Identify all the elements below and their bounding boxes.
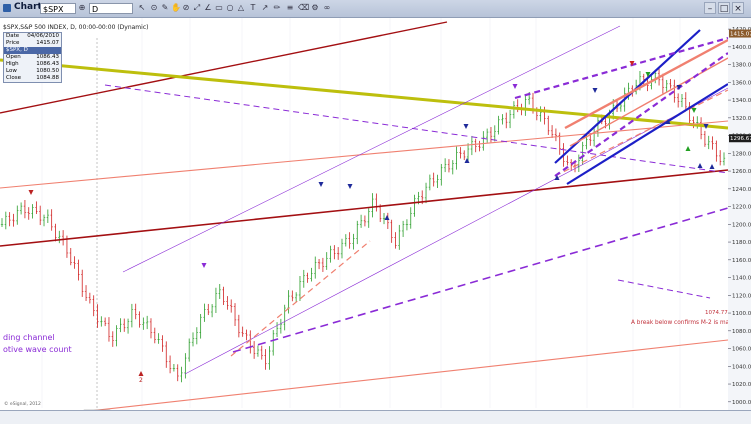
line-tool-icon[interactable]: ⤢	[192, 3, 202, 13]
info-open-value: 1086.43	[36, 54, 59, 60]
text-tool-icon[interactable]: T	[248, 3, 258, 13]
symbol-search-icon[interactable]: ⊕	[77, 3, 87, 13]
price-tick-label: 1000.00	[732, 400, 751, 406]
down-marker	[28, 190, 34, 195]
break-level-value: 1074.77	[705, 310, 728, 316]
interval-input[interactable]: D	[89, 3, 133, 14]
close-button[interactable]: ×	[732, 2, 744, 14]
down-marker	[201, 263, 207, 268]
down-marker	[347, 184, 353, 189]
up-marker	[709, 164, 715, 169]
data-window: Date 04/06/2010 Price 1415.07 $SPX, D Open…	[3, 32, 62, 83]
down-marker	[463, 124, 469, 129]
rect-tool-icon[interactable]: ▭	[214, 3, 224, 13]
copyright-text: © eSignal, 2012	[4, 400, 41, 407]
pencil-tool-icon[interactable]: ✏	[272, 3, 282, 13]
price-tick-label: 1320.00	[732, 116, 751, 122]
lower-dark-trendline	[0, 169, 729, 247]
price-tick-label: 1220.00	[732, 205, 751, 211]
info-price-label: Price	[6, 40, 20, 46]
triangle-tool-icon[interactable]: △	[236, 3, 246, 13]
info-open-label: Open	[6, 54, 21, 60]
price-flag-current-label: 1296.67	[730, 136, 751, 142]
price-tick-label: 1140.00	[732, 276, 751, 282]
salmon-trendline-lower	[79, 339, 729, 413]
draw-tool-icon[interactable]: ✎	[160, 3, 170, 13]
arrow-tool-icon[interactable]: ↗	[260, 3, 270, 13]
zoom-tool-icon[interactable]: ⊙	[149, 3, 159, 13]
down-marker	[318, 182, 324, 187]
price-tick-label: 1100.00	[732, 311, 751, 317]
price-tick-label: 1280.00	[732, 151, 751, 157]
purple-channel-upper	[122, 25, 621, 273]
up-marker	[384, 215, 390, 220]
price-tick-label: 1040.00	[732, 364, 751, 370]
purple-dashed-right	[617, 279, 711, 299]
purple-dashed-wedge-top	[514, 36, 729, 100]
link-tool-icon[interactable]: ∞	[322, 3, 332, 13]
price-tick-label: 1240.00	[732, 187, 751, 193]
up-marker	[464, 158, 470, 163]
chart-app-icon	[3, 4, 11, 12]
info-date-label: Date	[6, 33, 20, 39]
maximize-button[interactable]: □	[718, 2, 730, 14]
info-low-label: Low	[6, 68, 17, 74]
salmon-dashed-right	[554, 89, 729, 177]
wave-2-label: 2	[139, 377, 143, 384]
time-axis-bar[interactable]	[0, 410, 751, 424]
info-high-label: High	[6, 61, 19, 67]
price-tick-label: 1400.00	[732, 45, 751, 51]
price-tick-label: 1360.00	[732, 80, 751, 86]
price-tick-label: 1180.00	[732, 240, 751, 246]
hand-tool-icon[interactable]: ✋	[171, 3, 181, 13]
window-title: Chart	[14, 2, 42, 12]
break-note-annotation: A break below confirms M-2 is made	[631, 320, 737, 326]
price-tick-label: 1200.00	[732, 222, 751, 228]
channel-annotation: ding channel	[3, 333, 55, 342]
price-tick-label: 1020.00	[732, 382, 751, 388]
price-tick-label: 1380.00	[732, 63, 751, 69]
info-high-value: 1086.43	[36, 61, 59, 67]
down-marker	[691, 108, 697, 113]
settings-tool-icon[interactable]: ⚙	[310, 3, 320, 13]
up-marker	[138, 371, 144, 376]
salmon-thick-upper	[564, 38, 729, 130]
wave-count-annotation: otive wave count	[3, 345, 72, 354]
price-axis-background	[728, 18, 751, 412]
yellow-resistance-line	[0, 58, 729, 130]
price-chart[interactable]: ding channel otive wave count 2 1074.77 A br…	[0, 18, 751, 419]
salmon-trendline-upper	[0, 120, 729, 189]
info-price-value: 1415.07	[36, 40, 59, 46]
price-tick-label: 1060.00	[732, 347, 751, 353]
info-close-value: 1084.88	[36, 75, 59, 81]
toggle-icon[interactable]: ⊘	[181, 3, 191, 13]
eraser-tool-icon[interactable]: ⌫	[298, 3, 309, 13]
title-bar: Chart $SPX ⊕ D ↖ ⊙ ✎ ✋ ⊘ ⤢ ∠ ▭ ○ △ T ↗ ✏…	[0, 0, 751, 18]
price-tick-label: 1120.00	[732, 293, 751, 299]
minimize-button[interactable]: –	[704, 2, 716, 14]
info-close-label: Close	[6, 75, 21, 81]
up-marker	[697, 163, 703, 168]
chart-window: Chart $SPX ⊕ D ↖ ⊙ ✎ ✋ ⊘ ⤢ ∠ ▭ ○ △ T ↗ ✏…	[0, 0, 751, 424]
chart-plot-area[interactable]: ding channel otive wave count 2 1074.77 A br…	[0, 18, 751, 419]
price-tick-label: 1260.00	[732, 169, 751, 175]
price-tick-label: 1080.00	[732, 329, 751, 335]
cursor-tool-icon[interactable]: ↖	[137, 3, 147, 13]
price-tick-label: 1160.00	[732, 258, 751, 264]
chart-header-text: $SPX,S&P 500 INDEX, D, 00:00-00:00 (Dyna…	[3, 24, 149, 31]
price-tick-label: 1340.00	[732, 98, 751, 104]
fib-tool-icon[interactable]: ≡	[285, 3, 295, 13]
up-marker	[685, 146, 691, 151]
info-date-value: 04/06/2010	[27, 33, 59, 39]
symbol-input[interactable]: $SPX	[40, 3, 76, 14]
down-marker	[512, 84, 518, 89]
info-low-value: 1080.50	[36, 68, 59, 74]
ray-tool-icon[interactable]: ∠	[203, 3, 213, 13]
info-symbol: $SPX, D	[4, 47, 61, 54]
price-flag-top-label: 1415.07	[730, 32, 751, 38]
down-marker	[592, 88, 598, 93]
ellipse-tool-icon[interactable]: ○	[225, 3, 235, 13]
